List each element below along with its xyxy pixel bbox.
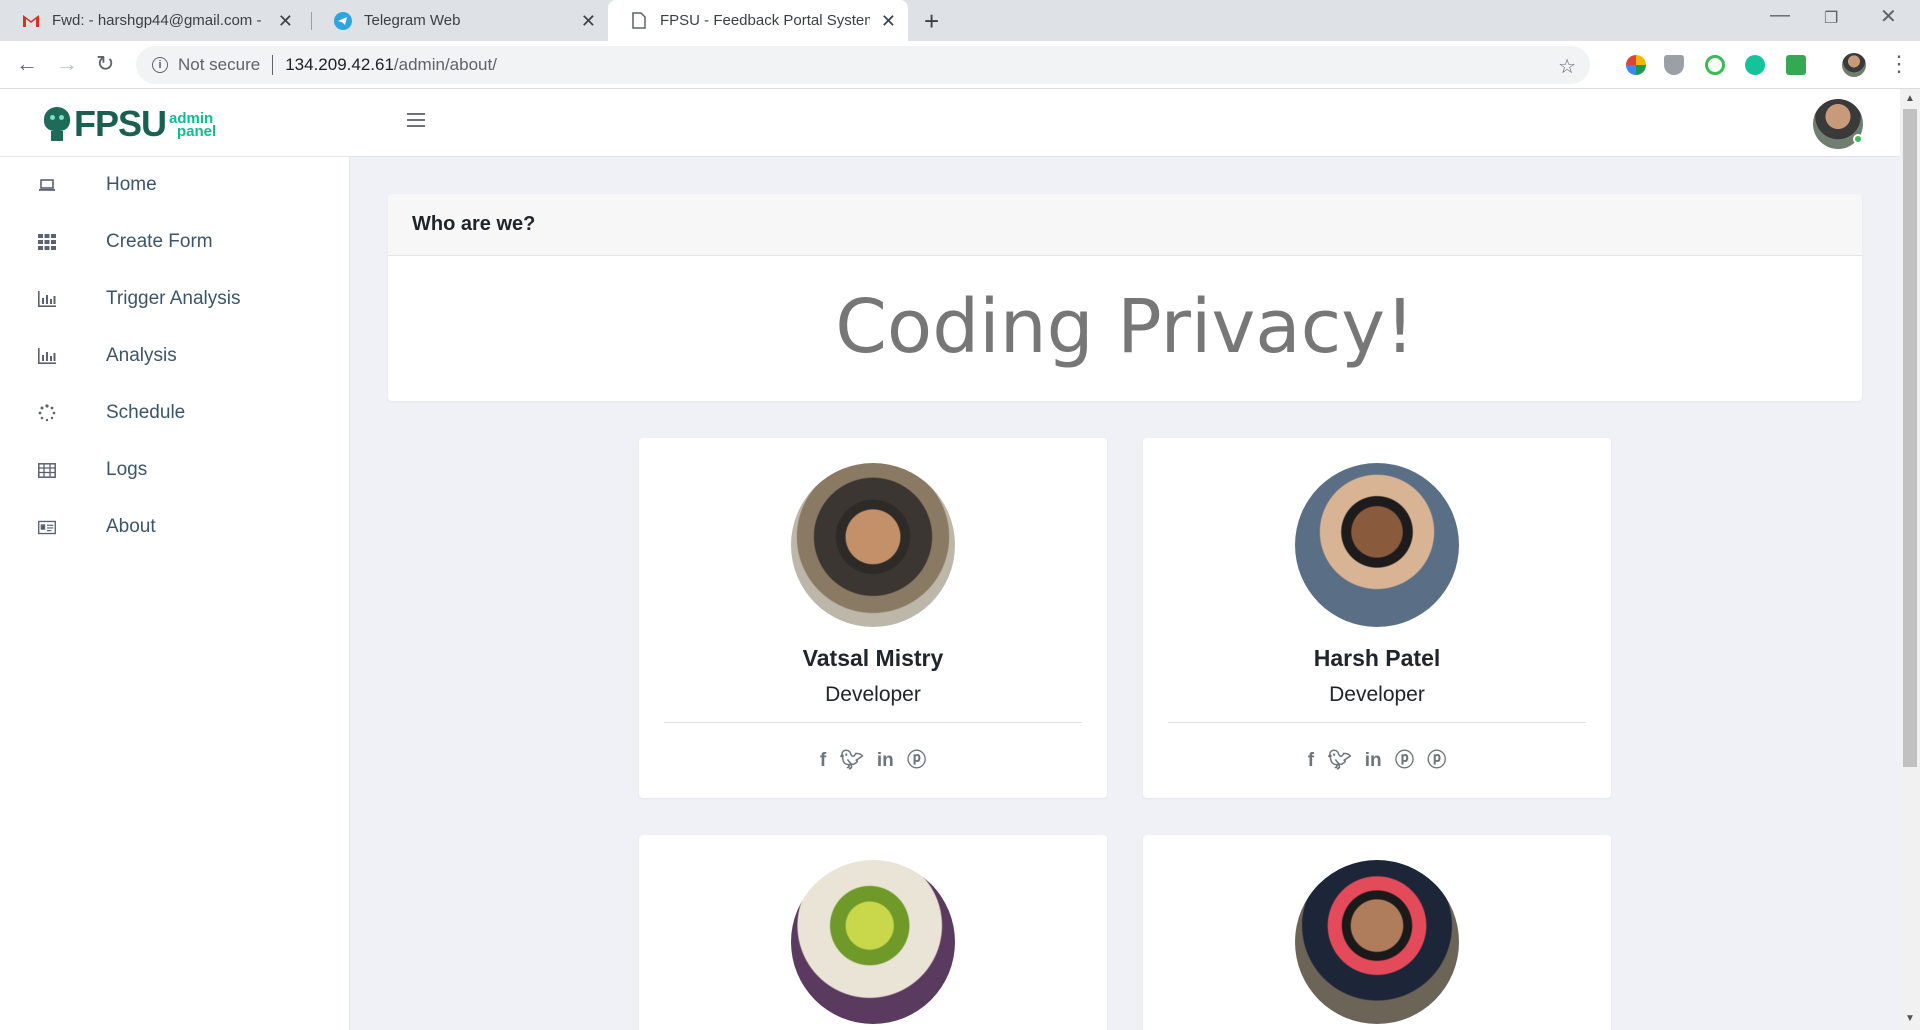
back-icon[interactable]: ← — [16, 51, 38, 77]
divider — [272, 55, 274, 75]
tab-fpsu[interactable]: FPSU - Feedback Portal System fo ✕ — [608, 0, 908, 41]
sidebar-item-home[interactable]: Home — [0, 157, 350, 213]
bar-chart-icon — [38, 290, 56, 308]
sidebar-item-label: Schedule — [106, 402, 186, 423]
tab-title: Fwd: - harshgp44@gmail.com - G — [52, 12, 262, 29]
menu-dots-icon[interactable]: ⋮ — [1888, 51, 1910, 77]
sidebar-item-label: Trigger Analysis — [106, 288, 241, 309]
member-name: Vatsal Mistry — [802, 645, 944, 671]
close-icon[interactable]: ✕ — [278, 11, 293, 32]
fpsu-logo[interactable]: FPSU admin panel — [42, 103, 216, 145]
url-host: 134.209.42.61 — [285, 55, 394, 74]
linkedin-icon[interactable]: in — [1365, 750, 1382, 772]
tab-telegram[interactable]: Telegram Web ✕ — [312, 0, 608, 41]
about-card-header: Who are we? — [388, 194, 1862, 256]
divider — [664, 722, 1082, 723]
tab-title: Telegram Web — [364, 12, 461, 29]
linkedin-icon[interactable]: in — [877, 750, 894, 772]
pinterest-icon[interactable]: ⓟ — [907, 745, 926, 772]
online-status-dot — [1853, 134, 1863, 144]
info-icon[interactable]: i — [152, 57, 168, 73]
scroll-up-icon[interactable]: ▲ — [1905, 93, 1915, 104]
calendar-extension-icon[interactable] — [1786, 55, 1806, 75]
minimize-button[interactable]: — — [1770, 4, 1790, 27]
tab-title: FPSU - Feedback Portal System fo — [660, 12, 870, 29]
member-role: Developer — [1329, 683, 1425, 706]
restore-button[interactable]: ❐ — [1824, 8, 1838, 28]
new-tab-button[interactable]: + — [924, 6, 939, 37]
facebook-icon[interactable]: f — [1308, 750, 1314, 772]
member-photo — [1295, 463, 1459, 627]
robot-logo-icon — [42, 105, 72, 143]
sidebar-item-label: About — [106, 516, 156, 537]
id-card-icon — [38, 518, 56, 536]
scroll-down-icon[interactable]: ▼ — [1905, 1013, 1915, 1024]
logo-text: FPSU — [74, 103, 167, 144]
logo-sub-panel: panel — [177, 123, 217, 140]
grid-icon — [38, 233, 56, 251]
pinterest-icon[interactable]: ⓟ — [1427, 745, 1446, 772]
app-header: FPSU admin panel — [0, 89, 1900, 157]
page-scrollbar[interactable]: ▲ ▼ — [1900, 89, 1920, 1030]
about-headline: Coding Privacy! — [835, 284, 1415, 370]
shield-extension-icon[interactable] — [1664, 55, 1684, 75]
security-label: Not secure — [178, 55, 261, 74]
browser-tab-bar: Fwd: - harshgp44@gmail.com - G ✕ Telegra… — [0, 0, 1920, 41]
member-photo — [1295, 860, 1459, 1024]
team-card: Harsh Patel Developer f 🐦︎ in ⓟ ⓟ — [1143, 438, 1611, 798]
sidebar-item-schedule[interactable]: Schedule — [0, 385, 350, 441]
extension-icon[interactable] — [1626, 55, 1646, 75]
sidebar-item-about[interactable]: About — [0, 499, 350, 555]
scrollbar-thumb[interactable] — [1903, 109, 1917, 767]
table-icon — [38, 461, 56, 479]
facebook-icon[interactable]: f — [820, 750, 826, 772]
social-links: f 🐦︎ in ⓟ — [639, 745, 1107, 772]
divider — [1168, 722, 1586, 723]
social-links: f 🐦︎ in ⓟ ⓟ — [1143, 745, 1611, 772]
sidebar-item-label: Logs — [106, 459, 148, 480]
profile-avatar-icon[interactable] — [1842, 53, 1866, 77]
sidebar-item-label: Analysis — [106, 345, 177, 366]
gmail-icon — [22, 12, 40, 30]
forward-icon[interactable]: → — [56, 51, 78, 77]
grammarly-icon[interactable] — [1745, 55, 1765, 75]
team-card: Vatsal Mistry Developer f 🐦︎ in ⓟ — [639, 438, 1107, 798]
menu-toggle-icon[interactable] — [407, 113, 425, 129]
address-bar: ← → ↻ i Not secure 134.209.42.61/admin/a… — [0, 41, 1920, 89]
telegram-icon — [334, 11, 352, 30]
sidebar-item-logs[interactable]: Logs — [0, 442, 350, 498]
close-window-button[interactable]: ✕ — [1880, 4, 1897, 29]
check-extension-icon[interactable] — [1705, 55, 1725, 75]
member-role: Developer — [825, 683, 921, 706]
sidebar-item-create-form[interactable]: Create Form — [0, 214, 350, 270]
sidebar-item-label: Home — [106, 174, 157, 195]
about-card: Who are we? Coding Privacy! — [388, 194, 1862, 401]
url-field[interactable]: i Not secure 134.209.42.61/admin/about/ … — [136, 46, 1590, 84]
twitter-icon[interactable]: 🐦︎ — [1327, 748, 1351, 772]
bookmark-star-icon[interactable]: ☆ — [1558, 54, 1576, 79]
team-card — [1143, 835, 1611, 1030]
member-name: Harsh Patel — [1313, 645, 1441, 671]
laptop-icon — [38, 176, 56, 194]
member-photo — [791, 860, 955, 1024]
member-photo — [791, 463, 955, 627]
sidebar: Home Create Form Trigger Analysis Analys… — [0, 157, 350, 1030]
tab-gmail[interactable]: Fwd: - harshgp44@gmail.com - G ✕ — [0, 0, 305, 41]
logo-subtitle: admin panel — [169, 111, 217, 140]
twitter-icon[interactable]: 🐦︎ — [840, 748, 864, 772]
spinner-icon — [38, 404, 56, 422]
url-path: /admin/about/ — [393, 55, 497, 74]
reload-icon[interactable]: ↻ — [96, 51, 114, 77]
pinterest-icon[interactable]: ⓟ — [1395, 745, 1414, 772]
sidebar-item-trigger-analysis[interactable]: Trigger Analysis — [0, 271, 350, 327]
sidebar-item-analysis[interactable]: Analysis — [0, 328, 350, 384]
team-card — [639, 835, 1107, 1030]
sidebar-item-label: Create Form — [106, 231, 213, 252]
bar-chart-icon — [38, 347, 56, 365]
close-icon[interactable]: ✕ — [581, 11, 596, 32]
close-icon[interactable]: ✕ — [881, 11, 896, 32]
page-icon — [630, 12, 648, 30]
